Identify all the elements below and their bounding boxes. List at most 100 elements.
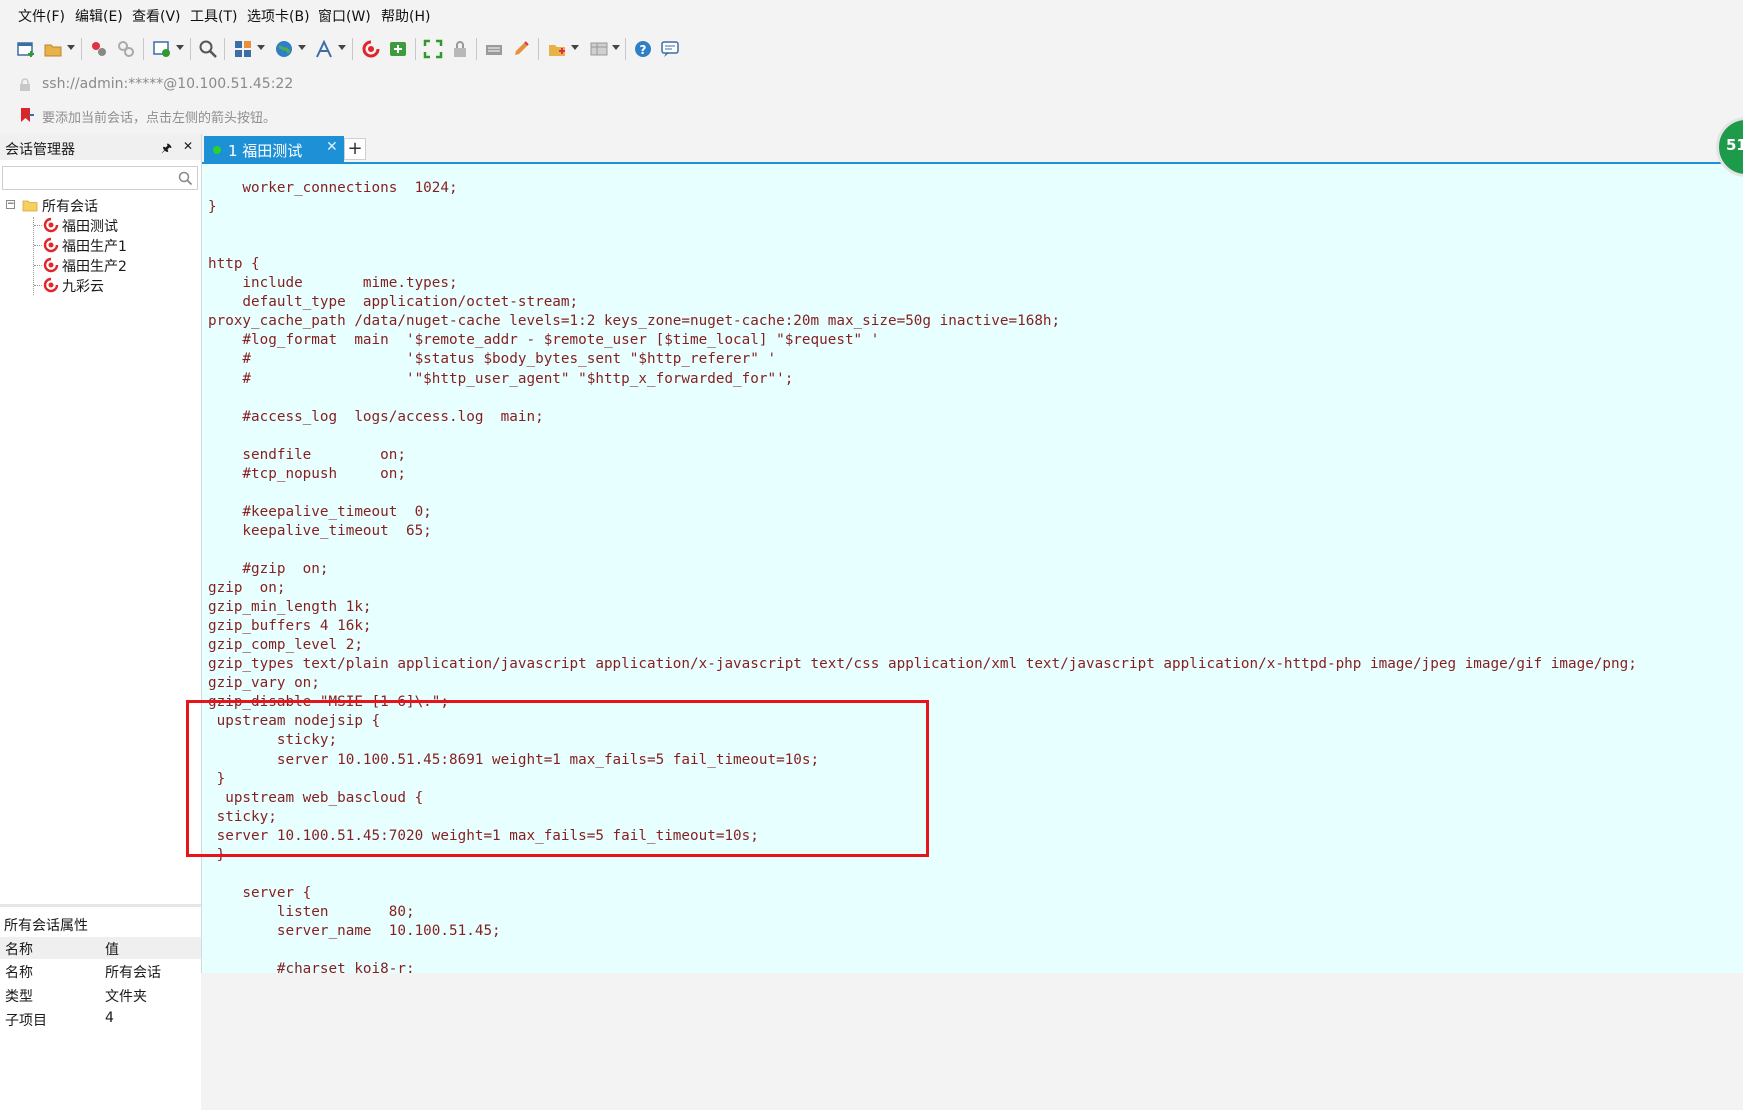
- menu-help[interactable]: 帮助(H): [381, 6, 430, 26]
- toolbar-divider: [415, 38, 416, 60]
- session-settings-icon[interactable]: [152, 39, 172, 59]
- properties-title: 所有会话属性: [4, 918, 88, 934]
- search-icon[interactable]: [178, 171, 193, 186]
- terminal-line: #access_log logs/access.log main;: [208, 408, 544, 425]
- layout-icon[interactable]: [233, 39, 253, 59]
- new-session-icon[interactable]: [16, 39, 36, 59]
- chevron-down-icon[interactable]: [67, 45, 75, 50]
- bookmark-arrow-icon[interactable]: [18, 106, 36, 124]
- chat-icon[interactable]: [660, 39, 680, 59]
- terminal-line: gzip_comp_level 2;: [208, 637, 363, 654]
- chevron-down-icon[interactable]: [571, 45, 579, 50]
- tree-root[interactable]: − 所有会话: [4, 195, 194, 217]
- session-search-input[interactable]: [2, 166, 198, 190]
- terminal-line: #keepalive_timeout 0;: [208, 503, 432, 520]
- menu-tools[interactable]: 工具(T): [190, 6, 237, 26]
- close-tab-icon[interactable]: ✕: [326, 139, 338, 155]
- close-icon[interactable]: ✕: [183, 139, 193, 153]
- session-icon: [43, 237, 59, 253]
- folder-icon: [22, 200, 38, 212]
- lock-icon[interactable]: [450, 39, 470, 59]
- fullscreen-icon[interactable]: [423, 39, 443, 59]
- terminal-line: default_type application/octet-stream;: [208, 294, 579, 311]
- help-icon[interactable]: ?: [633, 39, 653, 59]
- terminal-line: http {: [208, 256, 260, 273]
- session-icon: [43, 277, 59, 293]
- terminal-line: server {: [208, 884, 312, 901]
- disconnect-icon[interactable]: [116, 39, 136, 59]
- session-item[interactable]: 福田生产1: [34, 235, 194, 257]
- terminal-line: #log_format main '$remote_addr - $remote…: [208, 332, 880, 349]
- grid-icon[interactable]: [589, 39, 609, 59]
- chevron-down-icon[interactable]: [612, 45, 620, 50]
- terminal-line: keepalive_timeout 65;: [208, 522, 432, 539]
- panel-title: 会话管理器: [5, 142, 75, 158]
- session-item[interactable]: 福田生产2: [34, 255, 194, 277]
- svg-text:?: ?: [640, 43, 647, 57]
- session-manager-panel: 会话管理器 🖈 ✕ − 所有会话 福田测试 福田生产1 福田生产2 九彩云 所有…: [0, 134, 202, 1110]
- add-tab-button[interactable]: +: [344, 138, 366, 160]
- session-item[interactable]: 九彩云: [34, 275, 194, 297]
- xftp-icon[interactable]: [388, 39, 408, 59]
- tab-strip: 1 福田测试 ✕ +: [202, 134, 1743, 164]
- toolbar-divider: [224, 38, 225, 60]
- toolbar-divider: [81, 38, 82, 60]
- chevron-down-icon[interactable]: [257, 45, 265, 50]
- search-icon[interactable]: [198, 39, 218, 59]
- add-folder-icon[interactable]: [547, 39, 567, 59]
- toolbar-divider: [143, 38, 144, 60]
- open-folder-icon[interactable]: [43, 39, 63, 59]
- terminal-line: #tcp_nopush on;: [208, 465, 406, 482]
- address-text: ssh://admin:*****@10.100.51.45:22: [42, 76, 294, 92]
- xshell-icon[interactable]: [361, 39, 381, 59]
- terminal-line: proxy_cache_path /data/nuget-cache level…: [208, 313, 1061, 330]
- column-header-name[interactable]: 名称: [5, 939, 33, 959]
- chevron-down-icon[interactable]: [176, 45, 184, 50]
- hint-bar: 要添加当前会话，点击左侧的箭头按钮。: [0, 102, 1743, 130]
- menu-window[interactable]: 窗口(W): [318, 6, 371, 26]
- terminal-line: gzip_vary on;: [208, 675, 320, 692]
- keyboard-icon[interactable]: [484, 39, 504, 59]
- tree-connector: [34, 285, 42, 286]
- property-value: 4: [105, 1010, 114, 1026]
- terminal-line: server_name 10.100.51.45;: [208, 922, 501, 939]
- properties-panel: 所有会话属性 名称 值 名称 所有会话 类型 文件夹 子项目 4: [0, 904, 201, 1110]
- font-icon[interactable]: [314, 39, 334, 59]
- tree-root-label: 所有会话: [42, 199, 98, 215]
- panel-header: 会话管理器 🖈 ✕: [0, 134, 201, 160]
- terminal-line: #gzip on;: [208, 561, 329, 577]
- session-label: 福田测试: [62, 219, 118, 235]
- connect-icon[interactable]: [89, 39, 109, 59]
- tab-session[interactable]: 1 福田测试 ✕: [204, 136, 344, 162]
- properties-header: 名称 值: [0, 937, 201, 959]
- lock-icon: [20, 78, 30, 91]
- property-key: 类型: [5, 989, 33, 1005]
- terminal-line: #charset koi8-r;: [208, 961, 415, 973]
- terminal-line: gzip_min_length 1k;: [208, 599, 372, 616]
- terminal-line: sendfile on;: [208, 446, 406, 463]
- chevron-down-icon[interactable]: [338, 45, 346, 50]
- address-bar[interactable]: ssh://admin:*****@10.100.51.45:22: [0, 70, 1743, 100]
- toolbar-divider: [190, 38, 191, 60]
- highlight-box: [186, 700, 929, 857]
- chevron-down-icon[interactable]: [298, 45, 306, 50]
- toolbar-divider: [476, 38, 477, 60]
- collapse-icon[interactable]: −: [6, 200, 15, 209]
- pin-icon[interactable]: 🖈: [161, 139, 172, 160]
- tree-connector: [34, 245, 42, 246]
- session-item[interactable]: 福田测试: [34, 215, 194, 237]
- property-value: 所有会话: [105, 965, 161, 981]
- session-label: 九彩云: [62, 279, 104, 295]
- tab-label: 1 福田测试: [228, 142, 303, 160]
- menu-view[interactable]: 查看(V): [132, 6, 181, 26]
- menu-edit[interactable]: 编辑(E): [75, 6, 123, 26]
- session-icon: [43, 217, 59, 233]
- session-label: 福田生产2: [62, 259, 127, 275]
- menu-file[interactable]: 文件(F): [18, 6, 65, 26]
- terminal-line: worker_connections 1024;: [208, 180, 458, 196]
- globe-icon[interactable]: [274, 39, 294, 59]
- menu-tabs[interactable]: 选项卡(B): [247, 6, 310, 26]
- badge-label: 51: [1726, 136, 1743, 154]
- column-header-value[interactable]: 值: [105, 939, 119, 959]
- highlighter-icon[interactable]: [511, 39, 531, 59]
